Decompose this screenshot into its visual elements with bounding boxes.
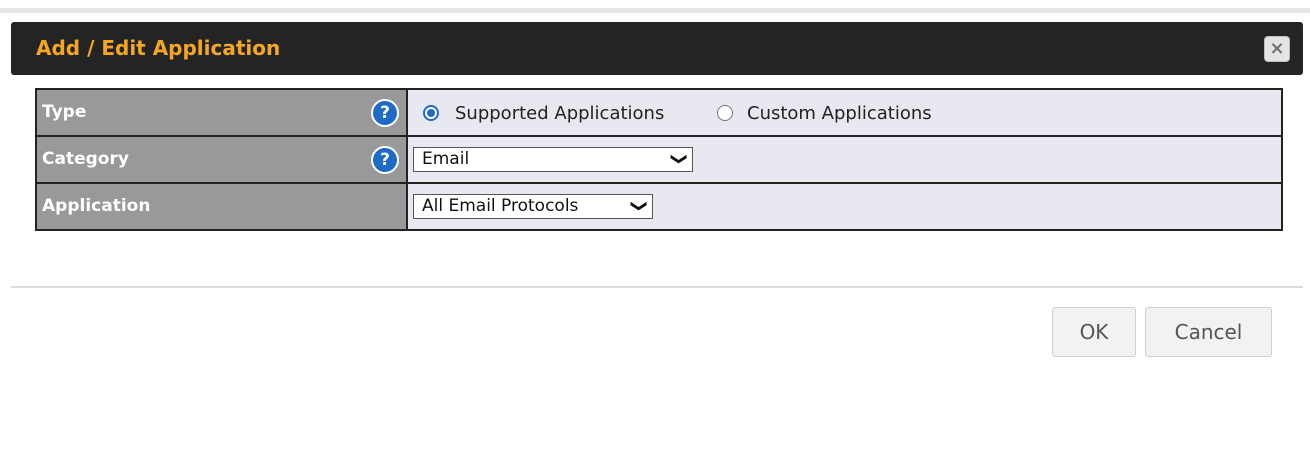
cancel-button[interactable]: Cancel — [1145, 307, 1272, 357]
supported-applications-label[interactable]: Supported Applications — [455, 103, 664, 124]
category-select[interactable]: Email ❯ — [413, 147, 693, 172]
category-help-icon[interactable]: ? — [371, 146, 399, 174]
category-label: Category — [42, 149, 129, 169]
close-icon[interactable]: × — [1264, 36, 1290, 62]
application-select-value: All Email Protocols — [422, 196, 579, 216]
dialog-title: Add / Edit Application — [36, 36, 281, 60]
chevron-down-icon: ❯ — [670, 152, 690, 166]
application-label: Application — [42, 196, 151, 216]
application-select[interactable]: All Email Protocols ❯ — [413, 194, 653, 219]
application-label-cell: Application — [35, 182, 408, 231]
custom-applications-radio[interactable] — [717, 105, 733, 121]
dialog-title-bar: Add / Edit Application × — [11, 22, 1303, 75]
chevron-down-icon: ❯ — [630, 199, 650, 213]
type-row: Type ? Supported Applications Custom App… — [35, 88, 1283, 137]
application-form-table: Type ? Supported Applications Custom App… — [35, 88, 1283, 231]
type-label-cell: Type ? — [35, 88, 408, 137]
top-divider — [0, 8, 1310, 13]
ok-button[interactable]: OK — [1052, 307, 1136, 357]
category-label-cell: Category ? — [35, 135, 408, 184]
category-row: Category ? Email ❯ — [35, 135, 1283, 184]
type-value-cell: Supported Applications Custom Applicatio… — [406, 88, 1283, 137]
category-select-value: Email — [422, 149, 470, 169]
supported-applications-radio[interactable] — [423, 105, 439, 121]
custom-applications-label[interactable]: Custom Applications — [747, 103, 932, 124]
category-value-cell: Email ❯ — [406, 135, 1283, 184]
type-label: Type — [42, 102, 87, 122]
footer-divider — [11, 286, 1303, 288]
application-value-cell: All Email Protocols ❯ — [406, 182, 1283, 231]
application-row: Application All Email Protocols ❯ — [35, 182, 1283, 231]
type-help-icon[interactable]: ? — [371, 99, 399, 127]
